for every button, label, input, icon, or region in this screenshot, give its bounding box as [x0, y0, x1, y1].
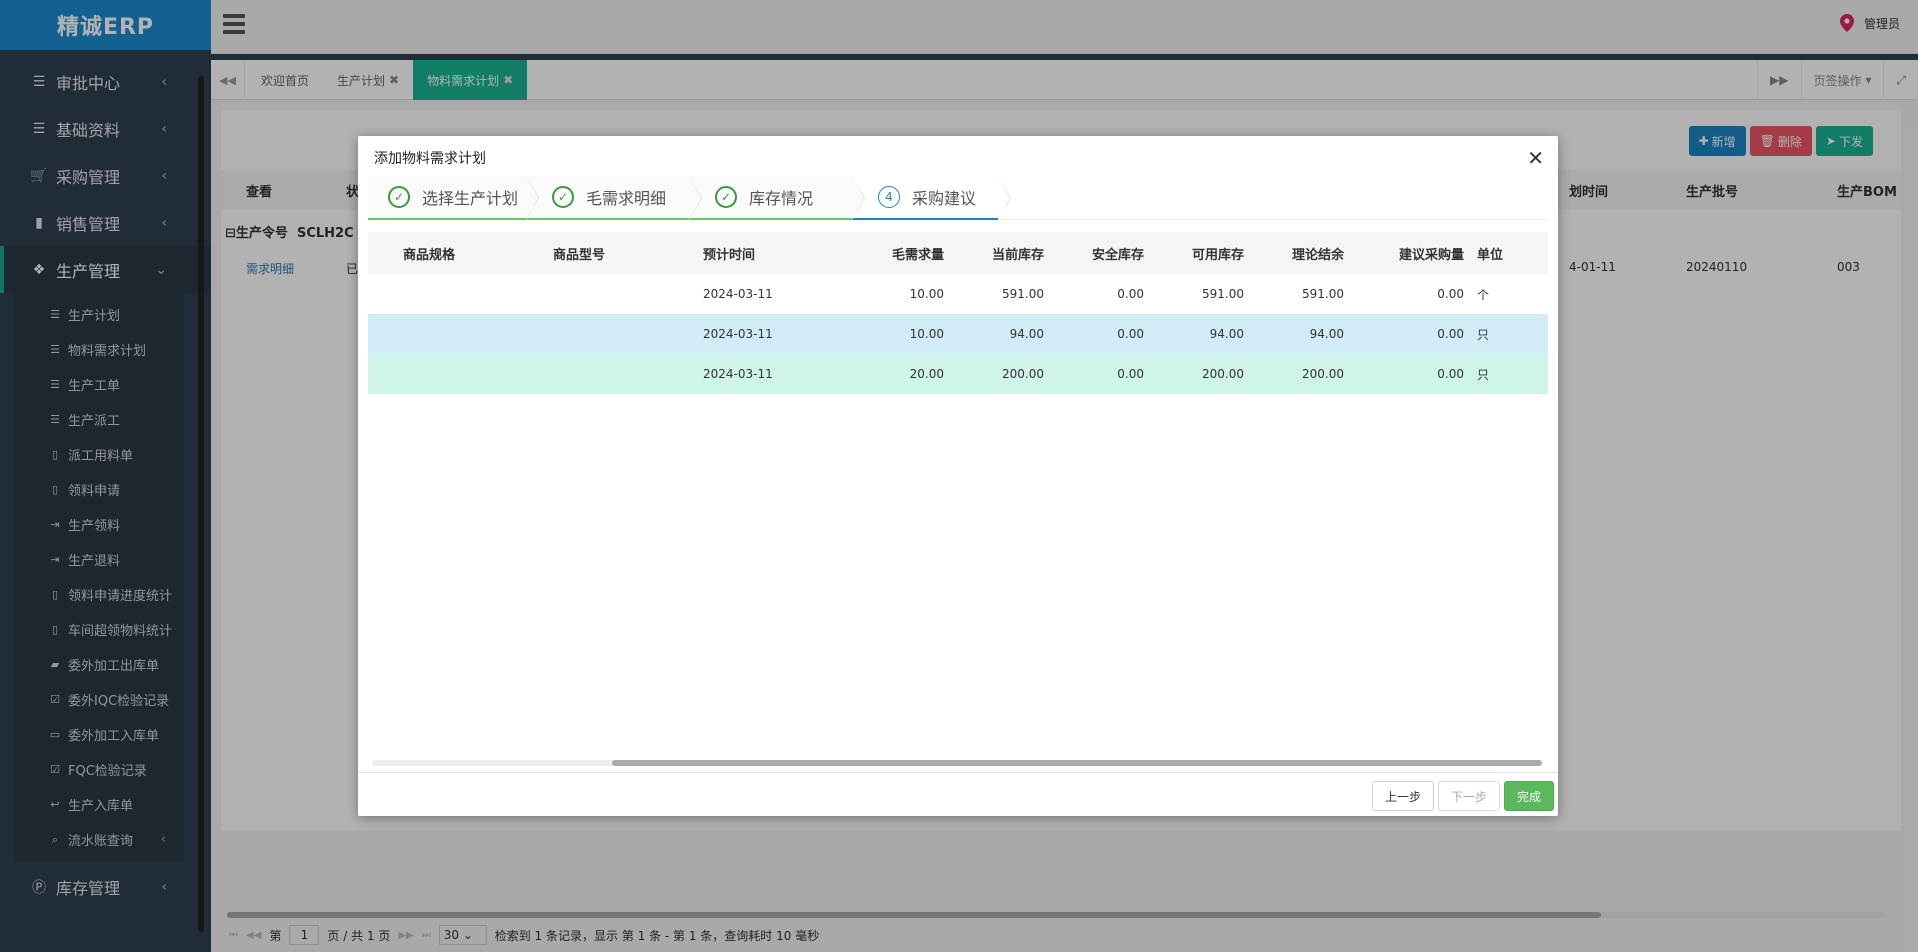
scrollbar-thumb[interactable] [612, 760, 1542, 766]
cell-gross: 20.00 [909, 367, 944, 381]
cell-suggest: 0.00 [1437, 327, 1464, 341]
cell-current: 591.00 [1002, 287, 1044, 301]
col-spec: 商品规格 [403, 247, 456, 263]
table-row[interactable]: 2024-03-11 10.00 94.00 0.00 94.00 94.00 … [368, 314, 1548, 354]
cell-balance: 591.00 [1302, 287, 1344, 301]
cell-date: 2024-03-11 [703, 287, 773, 301]
cell-unit: 只 [1477, 327, 1490, 342]
col-unit: 单位 [1477, 247, 1504, 263]
step-label: 选择生产计划 [422, 189, 519, 208]
step-label: 采购建议 [912, 189, 977, 208]
cell-available: 94.00 [1209, 327, 1244, 341]
col-available: 可用库存 [1191, 247, 1244, 263]
wizard-steps: ✓ 选择生产计划 ✓ 毛需求明细 ✓ 库存情况 4 采购建议 [368, 176, 1548, 220]
table-header: 商品规格 商品型号 预计时间 毛需求量 当前库存 安全库存 可用库存 理论结余 … [368, 232, 1548, 274]
cell-gross: 10.00 [909, 327, 944, 341]
step-label: 库存情况 [749, 189, 814, 208]
cell-available: 591.00 [1202, 287, 1244, 301]
check-circle-icon: ✓ [715, 186, 737, 208]
finish-button[interactable]: 完成 [1504, 781, 1554, 811]
cell-balance: 94.00 [1309, 327, 1344, 341]
next-step-button[interactable]: 下一步 [1438, 781, 1500, 811]
cell-available: 200.00 [1202, 367, 1244, 381]
col-suggest: 建议采购量 [1398, 247, 1464, 263]
step-gross-detail[interactable]: ✓ 毛需求明细 [526, 176, 702, 220]
step-purchase-suggestion[interactable]: 4 采购建议 [852, 176, 1011, 220]
step-label: 毛需求明细 [586, 189, 667, 208]
add-mrp-dialog: 添加物料需求计划 ✕ ✓ 选择生产计划 ✓ 毛需求明细 ✓ 库存情况 4 采购建… [358, 136, 1558, 816]
col-current: 当前库存 [991, 247, 1044, 263]
cell-unit: 个 [1477, 287, 1490, 302]
table-row[interactable]: 2024-03-11 10.00 591.00 0.00 591.00 591.… [368, 274, 1548, 314]
col-model: 商品型号 [553, 247, 606, 263]
step-select-plan[interactable]: ✓ 选择生产计划 [368, 176, 539, 220]
cell-current: 94.00 [1009, 327, 1044, 341]
prev-step-button[interactable]: 上一步 [1372, 781, 1434, 811]
cell-gross: 10.00 [909, 287, 944, 301]
cell-suggest: 0.00 [1437, 287, 1464, 301]
cell-date: 2024-03-11 [703, 367, 773, 381]
dialog-footer: 上一步 下一步 完成 [358, 772, 1558, 816]
check-circle-icon: ✓ [388, 186, 410, 208]
col-date: 预计时间 [703, 247, 756, 263]
cell-unit: 只 [1477, 367, 1490, 382]
suggestion-table: 商品规格 商品型号 预计时间 毛需求量 当前库存 安全库存 可用库存 理论结余 … [368, 232, 1548, 394]
cell-current: 200.00 [1002, 367, 1044, 381]
cell-date: 2024-03-11 [703, 327, 773, 341]
cell-balance: 200.00 [1302, 367, 1344, 381]
col-gross: 毛需求量 [891, 247, 944, 263]
cell-safety: 0.00 [1117, 367, 1144, 381]
step-number: 4 [878, 186, 900, 208]
cell-safety: 0.00 [1117, 327, 1144, 341]
close-icon[interactable]: ✕ [1527, 146, 1544, 170]
col-balance: 理论结余 [1291, 247, 1344, 263]
cell-suggest: 0.00 [1437, 367, 1464, 381]
table-row[interactable]: 2024-03-11 20.00 200.00 0.00 200.00 200.… [368, 354, 1548, 394]
step-inventory[interactable]: ✓ 库存情况 [689, 176, 865, 220]
cell-safety: 0.00 [1117, 287, 1144, 301]
check-circle-icon: ✓ [552, 186, 574, 208]
dialog-title: 添加物料需求计划 [374, 151, 486, 167]
col-safety: 安全库存 [1091, 247, 1144, 263]
dialog-horizontal-scrollbar[interactable] [372, 760, 1542, 766]
